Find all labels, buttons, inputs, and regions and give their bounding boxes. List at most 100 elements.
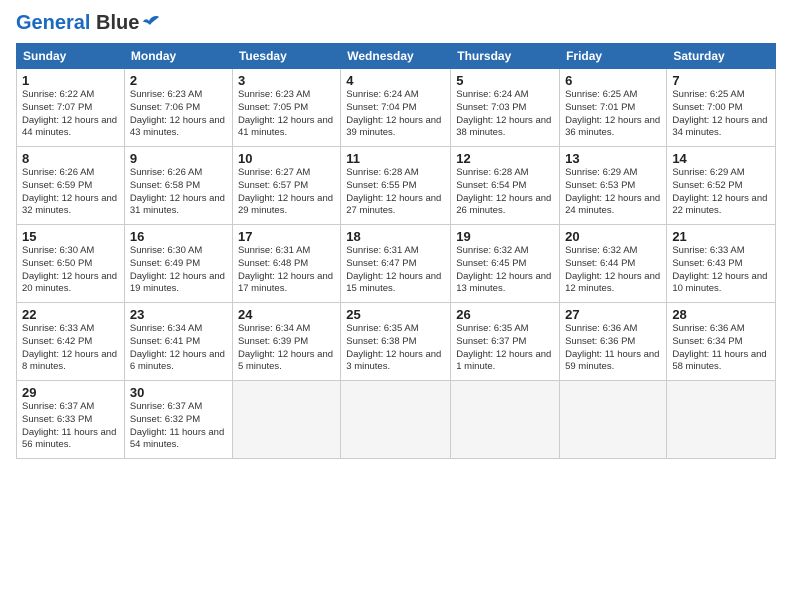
table-row: 20 Sunrise: 6:32 AMSunset: 6:44 PMDaylig… bbox=[560, 225, 667, 303]
day-number: 4 bbox=[346, 73, 445, 88]
day-info: Sunrise: 6:23 AMSunset: 7:06 PMDaylight:… bbox=[130, 89, 227, 140]
calendar-header-row: Sunday Monday Tuesday Wednesday Thursday… bbox=[17, 44, 776, 69]
col-saturday: Saturday bbox=[667, 44, 776, 69]
table-row bbox=[667, 381, 776, 459]
table-row: 25 Sunrise: 6:35 AMSunset: 6:38 PMDaylig… bbox=[341, 303, 451, 381]
day-info: Sunrise: 6:35 AMSunset: 6:38 PMDaylight:… bbox=[346, 323, 445, 374]
col-monday: Monday bbox=[124, 44, 232, 69]
day-number: 27 bbox=[565, 307, 661, 322]
calendar-row: 22 Sunrise: 6:33 AMSunset: 6:42 PMDaylig… bbox=[17, 303, 776, 381]
day-info: Sunrise: 6:34 AMSunset: 6:39 PMDaylight:… bbox=[238, 323, 335, 374]
day-info: Sunrise: 6:34 AMSunset: 6:41 PMDaylight:… bbox=[130, 323, 227, 374]
day-info: Sunrise: 6:32 AMSunset: 6:45 PMDaylight:… bbox=[456, 245, 554, 296]
day-number: 29 bbox=[22, 385, 119, 400]
calendar-row: 29 Sunrise: 6:37 AMSunset: 6:33 PMDaylig… bbox=[17, 381, 776, 459]
day-number: 24 bbox=[238, 307, 335, 322]
table-row: 9 Sunrise: 6:26 AMSunset: 6:58 PMDayligh… bbox=[124, 147, 232, 225]
day-info: Sunrise: 6:31 AMSunset: 6:47 PMDaylight:… bbox=[346, 245, 445, 296]
day-number: 17 bbox=[238, 229, 335, 244]
day-info: Sunrise: 6:25 AMSunset: 7:01 PMDaylight:… bbox=[565, 89, 661, 140]
day-number: 20 bbox=[565, 229, 661, 244]
table-row bbox=[341, 381, 451, 459]
day-number: 14 bbox=[672, 151, 770, 166]
page-header: General Blue bbox=[16, 12, 776, 35]
day-info: Sunrise: 6:33 AMSunset: 6:43 PMDaylight:… bbox=[672, 245, 770, 296]
day-info: Sunrise: 6:22 AMSunset: 7:07 PMDaylight:… bbox=[22, 89, 119, 140]
day-number: 13 bbox=[565, 151, 661, 166]
table-row bbox=[232, 381, 340, 459]
day-info: Sunrise: 6:26 AMSunset: 6:58 PMDaylight:… bbox=[130, 167, 227, 218]
table-row: 7 Sunrise: 6:25 AMSunset: 7:00 PMDayligh… bbox=[667, 69, 776, 147]
day-info: Sunrise: 6:29 AMSunset: 6:53 PMDaylight:… bbox=[565, 167, 661, 218]
day-number: 21 bbox=[672, 229, 770, 244]
day-number: 26 bbox=[456, 307, 554, 322]
day-info: Sunrise: 6:24 AMSunset: 7:03 PMDaylight:… bbox=[456, 89, 554, 140]
day-info: Sunrise: 6:37 AMSunset: 6:33 PMDaylight:… bbox=[22, 401, 119, 452]
table-row: 4 Sunrise: 6:24 AMSunset: 7:04 PMDayligh… bbox=[341, 69, 451, 147]
table-row: 12 Sunrise: 6:28 AMSunset: 6:54 PMDaylig… bbox=[451, 147, 560, 225]
table-row: 1 Sunrise: 6:22 AMSunset: 7:07 PMDayligh… bbox=[17, 69, 125, 147]
day-number: 1 bbox=[22, 73, 119, 88]
day-info: Sunrise: 6:36 AMSunset: 6:34 PMDaylight:… bbox=[672, 323, 770, 374]
day-number: 30 bbox=[130, 385, 227, 400]
day-info: Sunrise: 6:23 AMSunset: 7:05 PMDaylight:… bbox=[238, 89, 335, 140]
table-row: 5 Sunrise: 6:24 AMSunset: 7:03 PMDayligh… bbox=[451, 69, 560, 147]
table-row: 28 Sunrise: 6:36 AMSunset: 6:34 PMDaylig… bbox=[667, 303, 776, 381]
day-number: 16 bbox=[130, 229, 227, 244]
table-row: 30 Sunrise: 6:37 AMSunset: 6:32 PMDaylig… bbox=[124, 381, 232, 459]
col-sunday: Sunday bbox=[17, 44, 125, 69]
day-info: Sunrise: 6:37 AMSunset: 6:32 PMDaylight:… bbox=[130, 401, 227, 452]
table-row: 27 Sunrise: 6:36 AMSunset: 6:36 PMDaylig… bbox=[560, 303, 667, 381]
table-row: 15 Sunrise: 6:30 AMSunset: 6:50 PMDaylig… bbox=[17, 225, 125, 303]
table-row: 11 Sunrise: 6:28 AMSunset: 6:55 PMDaylig… bbox=[341, 147, 451, 225]
day-info: Sunrise: 6:36 AMSunset: 6:36 PMDaylight:… bbox=[565, 323, 661, 374]
day-number: 28 bbox=[672, 307, 770, 322]
col-friday: Friday bbox=[560, 44, 667, 69]
day-info: Sunrise: 6:28 AMSunset: 6:54 PMDaylight:… bbox=[456, 167, 554, 218]
table-row bbox=[451, 381, 560, 459]
day-number: 2 bbox=[130, 73, 227, 88]
calendar-row: 15 Sunrise: 6:30 AMSunset: 6:50 PMDaylig… bbox=[17, 225, 776, 303]
table-row: 22 Sunrise: 6:33 AMSunset: 6:42 PMDaylig… bbox=[17, 303, 125, 381]
col-tuesday: Tuesday bbox=[232, 44, 340, 69]
day-info: Sunrise: 6:27 AMSunset: 6:57 PMDaylight:… bbox=[238, 167, 335, 218]
table-row: 14 Sunrise: 6:29 AMSunset: 6:52 PMDaylig… bbox=[667, 147, 776, 225]
day-number: 15 bbox=[22, 229, 119, 244]
day-number: 22 bbox=[22, 307, 119, 322]
day-info: Sunrise: 6:24 AMSunset: 7:04 PMDaylight:… bbox=[346, 89, 445, 140]
day-number: 3 bbox=[238, 73, 335, 88]
table-row: 21 Sunrise: 6:33 AMSunset: 6:43 PMDaylig… bbox=[667, 225, 776, 303]
calendar-row: 1 Sunrise: 6:22 AMSunset: 7:07 PMDayligh… bbox=[17, 69, 776, 147]
day-number: 6 bbox=[565, 73, 661, 88]
table-row: 23 Sunrise: 6:34 AMSunset: 6:41 PMDaylig… bbox=[124, 303, 232, 381]
day-number: 7 bbox=[672, 73, 770, 88]
table-row bbox=[560, 381, 667, 459]
day-number: 18 bbox=[346, 229, 445, 244]
day-info: Sunrise: 6:26 AMSunset: 6:59 PMDaylight:… bbox=[22, 167, 119, 218]
day-number: 23 bbox=[130, 307, 227, 322]
day-number: 10 bbox=[238, 151, 335, 166]
table-row: 24 Sunrise: 6:34 AMSunset: 6:39 PMDaylig… bbox=[232, 303, 340, 381]
day-number: 11 bbox=[346, 151, 445, 166]
logo-text: General Blue bbox=[16, 12, 139, 35]
col-wednesday: Wednesday bbox=[341, 44, 451, 69]
day-number: 19 bbox=[456, 229, 554, 244]
day-info: Sunrise: 6:30 AMSunset: 6:50 PMDaylight:… bbox=[22, 245, 119, 296]
day-info: Sunrise: 6:30 AMSunset: 6:49 PMDaylight:… bbox=[130, 245, 227, 296]
day-number: 12 bbox=[456, 151, 554, 166]
table-row: 19 Sunrise: 6:32 AMSunset: 6:45 PMDaylig… bbox=[451, 225, 560, 303]
day-number: 5 bbox=[456, 73, 554, 88]
table-row: 13 Sunrise: 6:29 AMSunset: 6:53 PMDaylig… bbox=[560, 147, 667, 225]
table-row: 2 Sunrise: 6:23 AMSunset: 7:06 PMDayligh… bbox=[124, 69, 232, 147]
table-row: 17 Sunrise: 6:31 AMSunset: 6:48 PMDaylig… bbox=[232, 225, 340, 303]
table-row: 18 Sunrise: 6:31 AMSunset: 6:47 PMDaylig… bbox=[341, 225, 451, 303]
day-number: 9 bbox=[130, 151, 227, 166]
table-row: 29 Sunrise: 6:37 AMSunset: 6:33 PMDaylig… bbox=[17, 381, 125, 459]
table-row: 10 Sunrise: 6:27 AMSunset: 6:57 PMDaylig… bbox=[232, 147, 340, 225]
logo: General Blue bbox=[16, 12, 163, 35]
table-row: 3 Sunrise: 6:23 AMSunset: 7:05 PMDayligh… bbox=[232, 69, 340, 147]
day-info: Sunrise: 6:35 AMSunset: 6:37 PMDaylight:… bbox=[456, 323, 554, 374]
day-info: Sunrise: 6:29 AMSunset: 6:52 PMDaylight:… bbox=[672, 167, 770, 218]
calendar-row: 8 Sunrise: 6:26 AMSunset: 6:59 PMDayligh… bbox=[17, 147, 776, 225]
day-info: Sunrise: 6:32 AMSunset: 6:44 PMDaylight:… bbox=[565, 245, 661, 296]
